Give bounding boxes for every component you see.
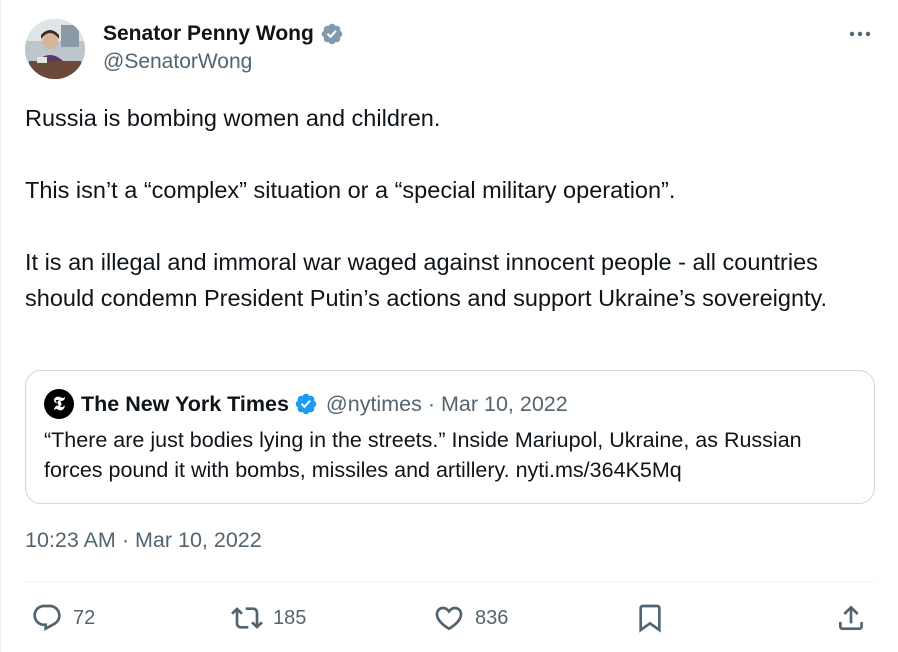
heart-icon [433, 602, 465, 634]
verified-badge-icon [320, 22, 344, 46]
separator-dot: · [427, 391, 435, 416]
bookmark-icon [634, 602, 666, 634]
quoted-tweet-header: 𝕿 The New York Times @nytimes · Mar 10, … [44, 388, 568, 420]
tweet-text: Russia is bombing women and children. Th… [25, 100, 875, 316]
left-border [0, 0, 1, 652]
quoted-tweet-date[interactable]: Mar 10, 2022 [441, 392, 568, 417]
reply-count: 72 [73, 606, 96, 629]
tweet-date: Mar 10, 2022 [135, 528, 262, 552]
more-dots-icon [848, 30, 872, 38]
quoted-tweet[interactable]: 𝕿 The New York Times @nytimes · Mar 10, … [25, 370, 875, 504]
quoted-tweet-text: “There are just bodies lying in the stre… [44, 428, 802, 482]
tweet-paragraph: It is an illegal and immoral war waged a… [25, 249, 828, 311]
tweet-timestamp[interactable]: 10:23 AM · Mar 10, 2022 [25, 528, 262, 553]
retweet-count: 185 [273, 606, 307, 629]
share-icon [835, 602, 867, 634]
quoted-author-handle[interactable]: @nytimes [326, 392, 422, 417]
separator-dot: · [121, 528, 130, 552]
avatar[interactable] [25, 19, 85, 79]
action-bar: 72 185 836 [25, 598, 875, 638]
divider [25, 581, 875, 582]
more-button[interactable] [845, 22, 875, 46]
like-count: 836 [475, 606, 509, 629]
avatar-photo [25, 19, 85, 79]
quoted-author-name[interactable]: The New York Times [81, 392, 289, 417]
reply-bubble-icon [31, 602, 63, 634]
like-button[interactable]: 836 [433, 598, 508, 638]
verified-badge-icon [294, 392, 318, 416]
author-name[interactable]: Senator Penny Wong [103, 22, 314, 46]
author-name-row: Senator Penny Wong [103, 20, 344, 48]
tweet-time: 10:23 AM [25, 528, 116, 552]
tweet-paragraph: This isn’t a “complex” situation or a “s… [25, 177, 676, 203]
retweet-icon [231, 602, 263, 634]
retweet-button[interactable]: 185 [231, 598, 306, 638]
reply-button[interactable]: 72 [31, 598, 95, 638]
tweet-paragraph: Russia is bombing women and children. [25, 105, 441, 131]
author-handle[interactable]: @SenatorWong [103, 50, 252, 74]
nytimes-logo-icon[interactable]: 𝕿 [44, 389, 74, 419]
bookmark-button[interactable] [634, 598, 666, 638]
share-button[interactable] [835, 598, 867, 638]
